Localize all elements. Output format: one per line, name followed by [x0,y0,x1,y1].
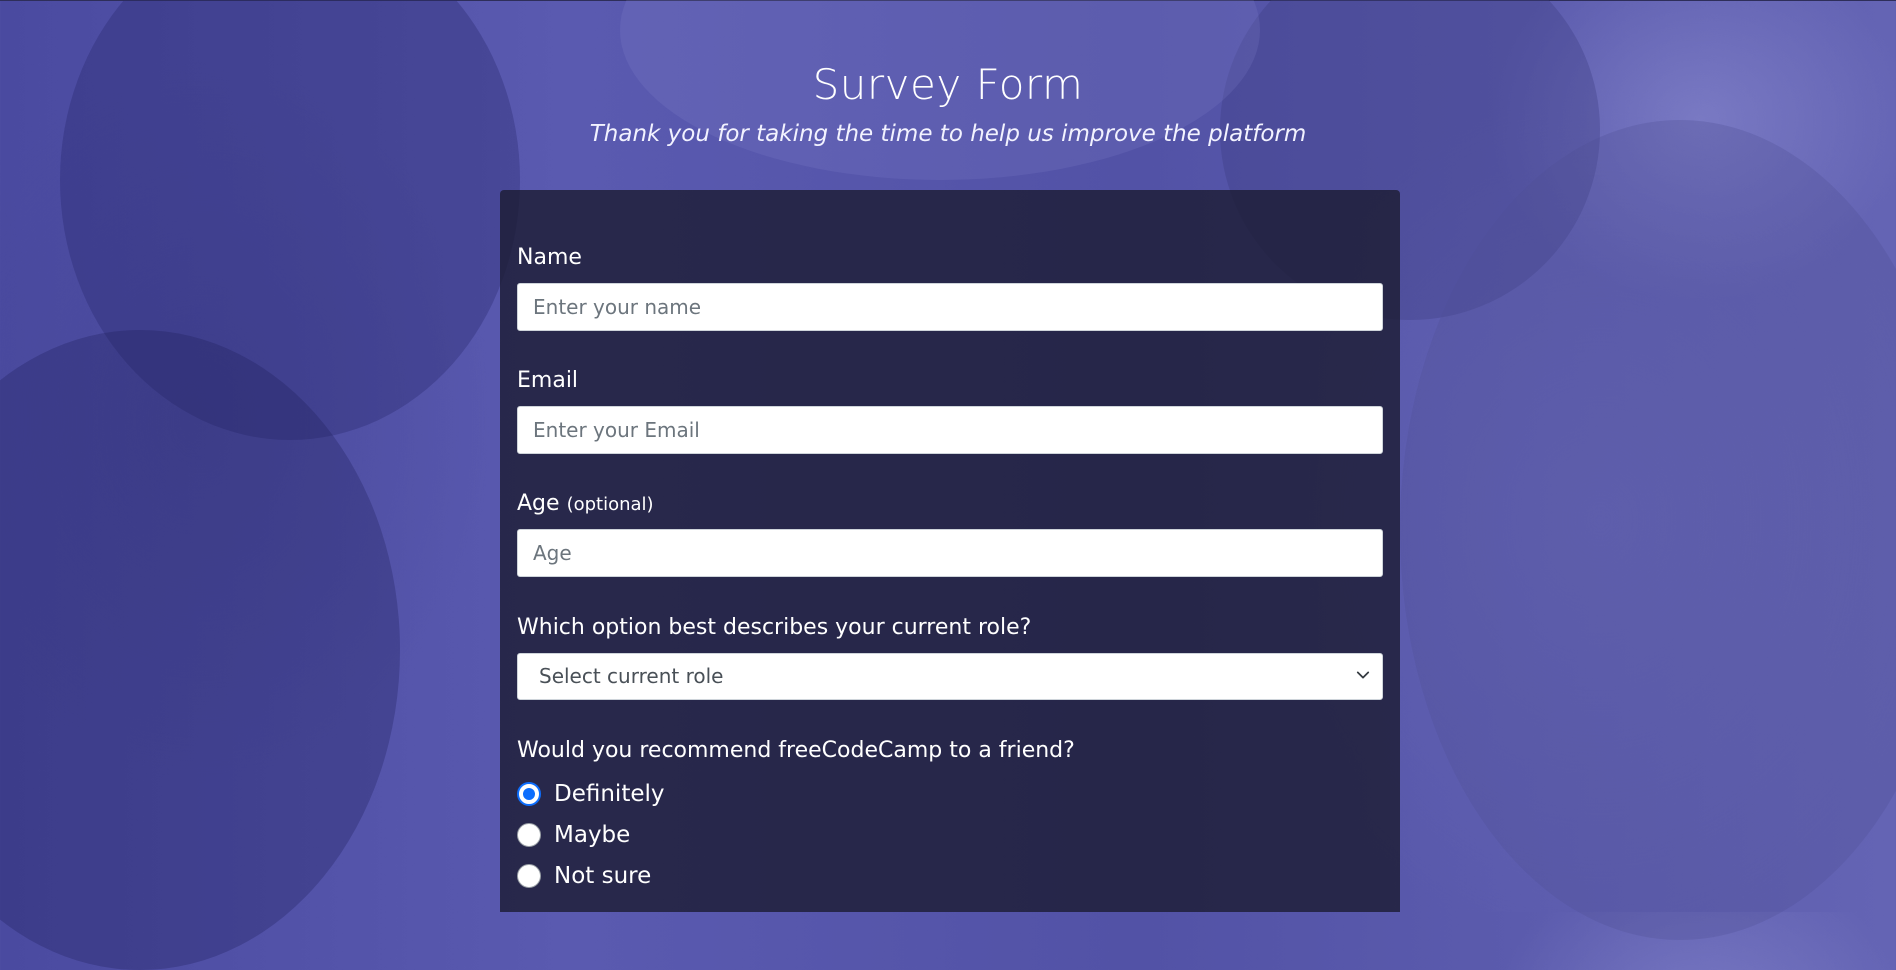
survey-form: Name Email Age (optional) Which option b… [500,190,1400,912]
age-input[interactable] [517,529,1383,577]
role-select-value: Select current role [539,664,724,688]
page-subtitle: Thank you for taking the time to help us… [589,121,1307,147]
age-label-text: Age [517,491,560,516]
radio-option-not-sure[interactable]: Not sure [517,861,651,891]
recommend-label: Would you recommend freeCodeCamp to a fr… [517,738,1075,763]
page-header: Survey Form Thank you for taking the tim… [0,60,1896,147]
age-optional-note: (optional) [566,494,654,515]
role-select[interactable]: Select current role [517,653,1383,700]
role-label: Which option best describes your current… [517,615,1032,640]
radio-checked-icon[interactable] [517,782,541,806]
email-input[interactable] [517,406,1383,454]
radio-option-maybe[interactable]: Maybe [517,820,630,850]
name-field-group: Name [517,245,1383,331]
radio-label-maybe: Maybe [554,822,631,848]
role-field-group: Which option best describes your current… [517,615,1383,700]
page-title: Survey Form [812,60,1084,109]
email-field-group: Email [517,368,1383,454]
chevron-down-icon [1356,671,1370,679]
name-input[interactable] [517,283,1383,331]
radio-option-definitely[interactable]: Definitely [517,779,665,809]
age-field-group: Age (optional) [517,491,1383,577]
name-label: Name [517,245,582,270]
radio-unchecked-icon[interactable] [517,864,541,888]
radio-unchecked-icon[interactable] [517,823,541,847]
recommend-field-group: Would you recommend freeCodeCamp to a fr… [517,738,1383,763]
email-label: Email [517,368,579,393]
age-label: Age (optional) [517,491,1383,516]
radio-label-definitely: Definitely [554,781,665,807]
top-border [0,0,1896,1]
radio-label-not-sure: Not sure [554,863,652,889]
